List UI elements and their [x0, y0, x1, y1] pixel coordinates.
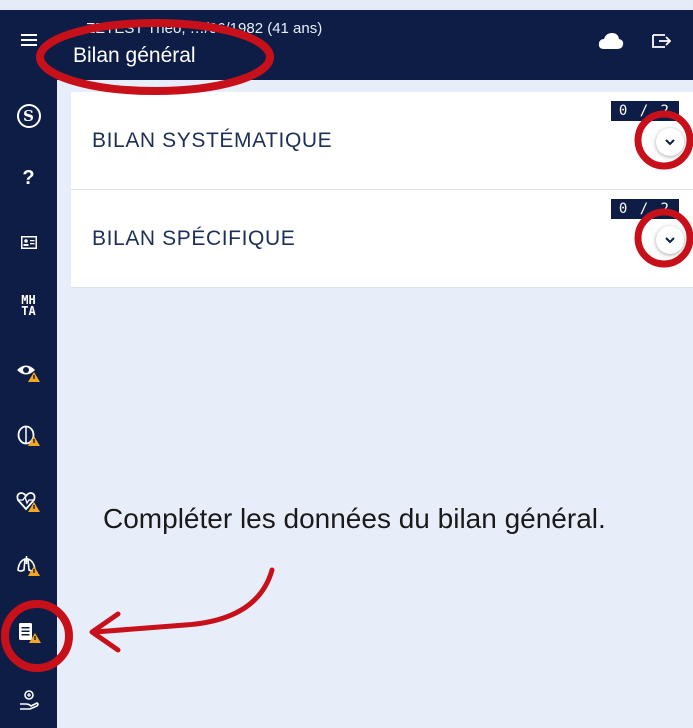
hand-care-icon[interactable]: [0, 680, 57, 720]
page-title: Bilan général: [73, 44, 196, 67]
chevron-down-icon: [665, 237, 675, 244]
id-card-icon[interactable]: [0, 222, 57, 262]
exit-icon[interactable]: [651, 32, 673, 55]
menu-icon[interactable]: [0, 20, 57, 60]
eye-warning-icon[interactable]: [0, 352, 57, 392]
brain-warning-icon[interactable]: [0, 416, 57, 456]
mhta-icon[interactable]: MH TA: [0, 286, 57, 326]
help-icon[interactable]: ?: [0, 158, 57, 198]
section-systematique[interactable]: BILAN SYSTÉMATIQUE 0 / 2: [71, 92, 693, 190]
lungs-warning-icon[interactable]: [0, 546, 57, 586]
content-area: BILAN SYSTÉMATIQUE 0 / 2 BILAN SPÉCIFIQU…: [57, 80, 693, 728]
section-specifique[interactable]: BILAN SPÉCIFIQUE 0 / 2: [71, 190, 693, 288]
section-counter: 0 / 2: [610, 101, 679, 121]
section-label: BILAN SYSTÉMATIQUE: [92, 129, 333, 152]
section-counter: 0 / 2: [610, 199, 679, 219]
s-circle-label: S: [16, 104, 41, 128]
mhta-label-bottom: TA: [21, 304, 36, 318]
help-label: ?: [22, 166, 35, 189]
expand-button[interactable]: [656, 128, 684, 156]
cloud-icon[interactable]: [598, 32, 624, 55]
chevron-down-icon: [665, 139, 675, 146]
sidebar: S ? MH TA: [0, 10, 57, 728]
s-circle-icon[interactable]: S: [0, 96, 57, 136]
section-label: BILAN SPÉCIFIQUE: [92, 227, 296, 250]
heart-warning-icon[interactable]: [0, 482, 57, 522]
annotation-text: Compléter les données du bilan général.: [103, 503, 606, 534]
expand-button[interactable]: [656, 226, 684, 254]
patient-info: …ZETEST Théo, …/06/1982 (41 ans): [71, 20, 323, 37]
top-bar: …ZETEST Théo, …/06/1982 (41 ans) Bilan g…: [57, 10, 693, 80]
frame-top: [0, 0, 693, 10]
document-warning-icon[interactable]: [0, 613, 57, 653]
